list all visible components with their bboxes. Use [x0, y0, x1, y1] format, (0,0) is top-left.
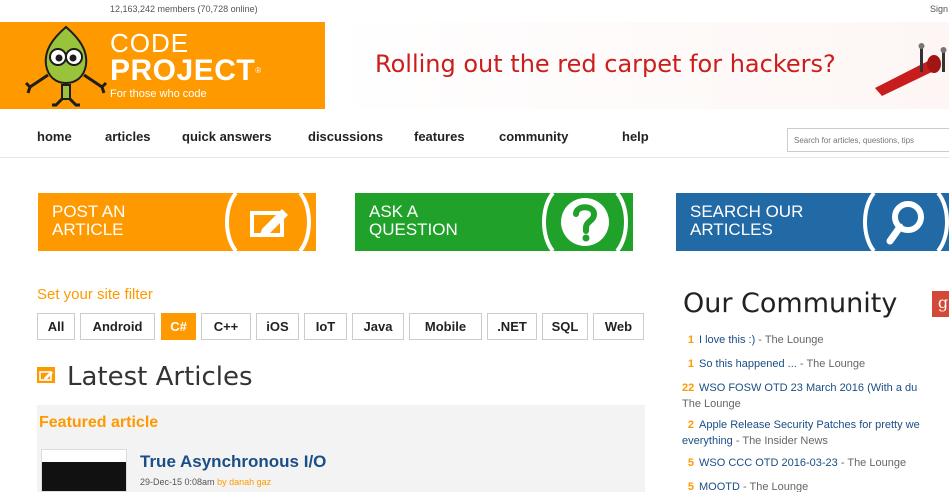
featured-article-panel: Featured article True Asynchronous I/O 2…: [37, 405, 645, 492]
filter-ios[interactable]: iOS: [256, 313, 299, 340]
google-plus-icon[interactable]: g: [932, 291, 949, 317]
item-source: The Lounge: [682, 398, 741, 410]
item-text: WSO FOSW OTD 23 March 2016 (With a du: [699, 381, 917, 395]
thumbnail-console: [42, 462, 126, 491]
item-text: I love this :) - The Lounge: [699, 333, 824, 347]
filter-csharp[interactable]: C#: [161, 313, 196, 340]
article-meta: 29-Dec-15 0:08am by danah gaz: [140, 477, 271, 487]
item-source: The Lounge: [847, 457, 907, 469]
featured-article-label: Featured article: [39, 414, 159, 431]
item-count: 2: [687, 419, 694, 431]
item-title: I love this :): [699, 334, 756, 346]
post-article-line2: ARTICLE: [52, 220, 124, 239]
article-by: by: [217, 477, 227, 487]
filter-android[interactable]: Android: [80, 313, 155, 340]
nav-community[interactable]: community: [499, 129, 568, 144]
item-count: 22: [682, 382, 695, 394]
article-author-link[interactable]: danah gaz: [229, 477, 271, 487]
ad-headline: Rolling out the red carpet for hackers?: [375, 50, 836, 78]
item-title: So this happened ...: [699, 358, 797, 370]
logo-code-text: CODE: [110, 28, 190, 58]
search-articles-button[interactable]: SEARCH OUR ARTICLES: [676, 193, 949, 251]
item-title: Apple Release Security Patches for prett…: [699, 419, 920, 431]
item-source: The Lounge: [806, 358, 866, 370]
nav-features[interactable]: features: [414, 129, 465, 144]
filter-sql[interactable]: SQL: [542, 313, 588, 340]
nav-home[interactable]: home: [37, 129, 72, 144]
edit-icon: [37, 367, 55, 383]
article-thumbnail[interactable]: [41, 449, 127, 492]
item-text: So this happened ... - The Lounge: [699, 357, 865, 371]
item-source: The Lounge: [764, 334, 824, 346]
item-count: 5: [687, 481, 694, 492]
search-articles-line1: SEARCH OUR: [690, 202, 804, 221]
item-title: WSO FOSW OTD 23 March 2016 (With a du: [699, 382, 918, 394]
filter-label: Set your site filter: [37, 286, 153, 303]
item-text: MOOTD - The Lounge: [699, 480, 808, 492]
search-input[interactable]: [788, 129, 949, 151]
red-carpet-icon: [875, 43, 947, 96]
search-articles-label: SEARCH OUR ARTICLES: [690, 203, 803, 239]
post-article-label: POST AN ARTICLE: [52, 203, 125, 239]
sign-in-link[interactable]: Sign: [930, 4, 948, 14]
logo-project-text: PROJECT®: [110, 56, 262, 86]
item-count: 1: [687, 358, 694, 370]
question-icon: [542, 193, 628, 251]
item-count: 1: [687, 334, 694, 346]
edit-icon: [225, 193, 311, 251]
filter-all[interactable]: All: [37, 313, 75, 340]
top-bar: 12,163,242 members (70,728 online) Sign: [0, 0, 949, 22]
nav-quick-answers[interactable]: quick answers: [182, 129, 272, 144]
search-articles-line2: ARTICLES: [690, 220, 773, 239]
filter-java[interactable]: Java: [352, 313, 404, 340]
filter-iot[interactable]: IoT: [304, 313, 347, 340]
item-count: 5: [687, 457, 694, 469]
nav-discussions[interactable]: discussions: [308, 129, 383, 144]
mascot-icon: [24, 25, 108, 107]
item-separator: -: [739, 481, 750, 492]
search-box: [787, 128, 949, 152]
site-logo[interactable]: CODE PROJECT® For those who code: [0, 22, 325, 109]
post-article-button[interactable]: POST AN ARTICLE: [38, 193, 316, 251]
item-title: everything: [682, 435, 733, 447]
item-source: The Lounge: [749, 481, 809, 492]
article-title-link[interactable]: True Asynchronous I/O: [140, 452, 326, 472]
ask-question-label: ASK A QUESTION: [369, 203, 458, 239]
member-count: 12,163,242 members (70,728 online): [110, 4, 258, 14]
item-title: WSO CCC OTD 2016-03-23: [699, 457, 838, 469]
registered-mark: ®: [255, 66, 262, 75]
item-title: MOOTD: [699, 481, 740, 492]
nav-articles[interactable]: articles: [105, 129, 151, 144]
logo-project-word: PROJECT: [110, 54, 256, 87]
item-text: WSO CCC OTD 2016-03-23 - The Lounge: [699, 456, 906, 470]
item-separator: -: [732, 435, 743, 447]
post-article-line1: POST AN: [52, 202, 126, 221]
thumbnail-titlebar: [42, 450, 126, 460]
item-source: The Insider News: [742, 435, 828, 447]
community-heading: Our Community: [683, 288, 898, 319]
banner: CODE PROJECT® For those who code Rolling…: [0, 22, 949, 109]
item-separator: -: [796, 358, 807, 370]
magnifier-icon: [863, 193, 949, 251]
article-date: 29-Dec-15 0:08am: [140, 477, 215, 487]
filter-web[interactable]: Web: [593, 313, 644, 340]
item-separator: -: [755, 334, 765, 346]
latest-articles-heading: Latest Articles: [67, 362, 253, 392]
ask-question-line2: QUESTION: [369, 220, 458, 239]
filter-dotnet[interactable]: .NET: [487, 313, 537, 340]
filter-cpp[interactable]: C++: [201, 313, 251, 340]
advertisement-banner[interactable]: Rolling out the red carpet for hackers?: [325, 22, 949, 109]
ask-question-button[interactable]: ASK A QUESTION: [355, 193, 633, 251]
nav-help[interactable]: help: [622, 129, 649, 144]
item-separator: -: [837, 457, 848, 469]
item-text: The Lounge: [682, 397, 741, 411]
item-text: everything - The Insider News: [682, 434, 828, 448]
filter-mobile[interactable]: Mobile: [409, 313, 482, 340]
ask-question-line1: ASK A: [369, 202, 419, 221]
logo-tagline: For those who code: [110, 88, 207, 100]
item-text: Apple Release Security Patches for prett…: [699, 418, 920, 432]
main-nav: home articles quick answers discussions …: [0, 118, 949, 158]
